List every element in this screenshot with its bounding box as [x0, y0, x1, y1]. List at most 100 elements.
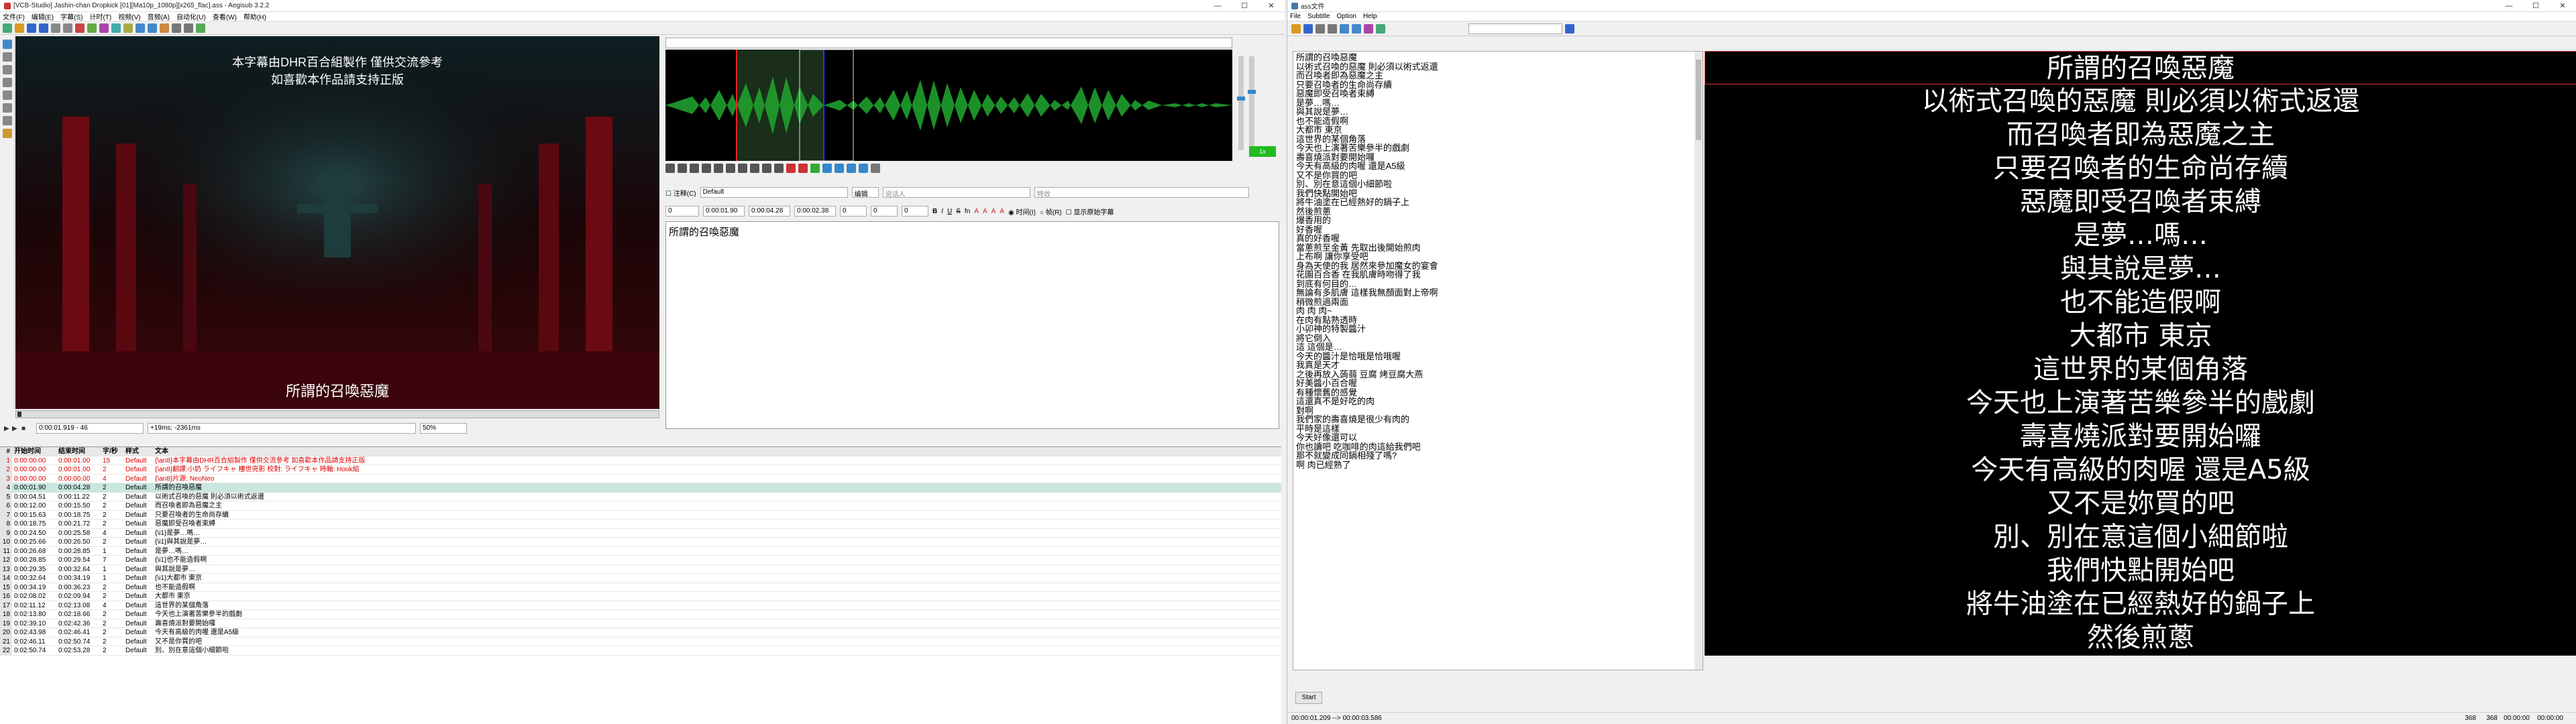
subtitle-list-item[interactable]: 身為天使的我 居然來參加魔女的宴會: [1296, 261, 1700, 271]
play-selection-icon[interactable]: [690, 164, 699, 173]
shift-times-icon[interactable]: [160, 23, 169, 33]
subtitle-list-item[interactable]: 惡魔即受召喚者束縛: [1296, 89, 1700, 99]
new-file-icon[interactable]: [3, 23, 12, 33]
subtitle-text-edit[interactable]: 所謂的召喚惡魔: [665, 221, 1279, 429]
show-original-checkbox[interactable]: ☐ 显示原始字幕: [1066, 206, 1114, 217]
strikeout-button[interactable]: S: [956, 208, 961, 215]
spell-check-icon[interactable]: [172, 23, 181, 33]
subtitle-list-item[interactable]: 今天有高級的肉喔 還是A5級: [1296, 162, 1700, 171]
automation-icon[interactable]: [75, 23, 85, 33]
zoom-select[interactable]: 50%: [420, 423, 467, 434]
viewer-maximize-button[interactable]: ☐: [2522, 0, 2549, 12]
options-icon[interactable]: [184, 23, 193, 33]
color4-button[interactable]: A: [1000, 208, 1004, 215]
viewer-save-icon[interactable]: [1303, 23, 1313, 34]
grid-row[interactable]: 11 0:00:26.68 0:00:28.85 1 Default 是夢…嗎…: [0, 546, 1281, 556]
maximize-button[interactable]: ☐: [1231, 0, 1258, 12]
grid-row[interactable]: 4 0:00:01.90 0:00:04.28 2 Default 所謂的召喚惡魔: [0, 483, 1281, 493]
play-to-end-icon[interactable]: [774, 164, 784, 173]
viewer-zoom-icon[interactable]: [1352, 23, 1361, 34]
color1-button[interactable]: A: [974, 208, 979, 215]
clip-icon[interactable]: [3, 103, 12, 113]
viewer-search-icon[interactable]: [1340, 23, 1349, 34]
grid-row[interactable]: 7 0:00:15.63 0:00:18.75 2 Default 只要召喚者的生命尚存續: [0, 510, 1281, 520]
subtitle-list-item[interactable]: 那不就變成同鍋相殘了嗎?: [1296, 451, 1700, 461]
margin-right-input[interactable]: 0: [871, 206, 898, 217]
audio-commit-indicator[interactable]: 1x: [1249, 146, 1276, 157]
subtitle-list-item[interactable]: 當蔥煎至金黃 先取出後開始煎肉: [1296, 243, 1700, 253]
viewer-menu-help[interactable]: Help: [1363, 13, 1377, 20]
properties-icon[interactable]: [111, 23, 121, 33]
subtitle-list-item[interactable]: 肉 肉 肉~: [1296, 306, 1700, 316]
grid-row[interactable]: 19 0:02:39.10 0:02:42.36 2 Default 壽喜燒派對要開始囉: [0, 619, 1281, 628]
font-button[interactable]: fn: [965, 208, 970, 215]
bold-button[interactable]: B: [932, 208, 937, 215]
subtitle-list-item[interactable]: 以術式召喚的惡魔 則必須以術式返還: [1296, 62, 1700, 72]
subtitle-list-item[interactable]: 而召喚者即為惡魔之主: [1296, 71, 1700, 80]
viewer-subtitle-list[interactable]: 所謂的召喚惡魔 以術式召喚的惡魔 則必須以術式返還 而召喚者即為惡魔之主 只要召喚者的…: [1293, 51, 1703, 670]
menu-help[interactable]: 帮助(H): [244, 11, 266, 21]
subtitle-list-item[interactable]: 在肉有點熟透時: [1296, 315, 1700, 325]
commit-icon[interactable]: [810, 164, 820, 173]
spectrum-mode-icon[interactable]: [871, 164, 880, 173]
subtitle-list-item[interactable]: 所謂的召喚惡魔: [1296, 53, 1700, 62]
save-icon[interactable]: [27, 23, 36, 33]
subtitle-list-item[interactable]: 爆香用的: [1296, 216, 1700, 225]
play-500ms-before-icon[interactable]: [726, 164, 735, 173]
menu-file[interactable]: 文件(F): [3, 11, 25, 21]
audio-waveform[interactable]: [665, 50, 1232, 161]
pause-icon[interactable]: [714, 164, 723, 173]
subtitle-list-item[interactable]: 到底有何目的…: [1296, 279, 1700, 289]
subtitle-list-item[interactable]: 然後煎蔥: [1296, 206, 1700, 217]
end-time-input[interactable]: 0:00:04.28: [749, 206, 790, 217]
open-file-icon[interactable]: [15, 23, 24, 33]
subtitle-list-item[interactable]: 稍微煎過兩面: [1296, 297, 1700, 307]
col-end[interactable]: 结束时间: [56, 447, 101, 456]
menu-edit[interactable]: 编辑(E): [32, 11, 54, 21]
subtitle-list-item[interactable]: 你也讀吧 吃咖啡的肉這給我們吧: [1296, 442, 1700, 452]
subtitle-list-item[interactable]: 今天的醬汁是恰哦是恰哦喔: [1296, 351, 1700, 361]
start-button[interactable]: Start: [1295, 692, 1322, 704]
subtitle-list-item[interactable]: 無論有多肌膚 這樣我無顏面對上帝啊: [1296, 288, 1700, 298]
goto-icon[interactable]: [822, 164, 832, 173]
subtitle-list-item[interactable]: 上布啊 讓你享受吧: [1296, 252, 1700, 261]
col-number[interactable]: #: [0, 447, 12, 456]
viewer-open-icon[interactable]: [1291, 23, 1301, 34]
subtitle-list-item[interactable]: 小卯神的特製醬汁: [1296, 324, 1700, 334]
comment-checkbox[interactable]: ☐ 注释(C): [665, 188, 696, 198]
col-cps[interactable]: 字/秒: [101, 447, 123, 456]
viewer-refresh-icon[interactable]: [1376, 23, 1385, 34]
frame-radio[interactable]: ○ 帧(R): [1040, 206, 1062, 217]
grid-row[interactable]: 10 0:00:25.66 0:00:26.50 2 Default {\i1}與其說是夢…: [0, 538, 1281, 547]
viewer-search-input[interactable]: [1468, 23, 1562, 34]
grid-row[interactable]: 9 0:00:24.50 0:00:25.58 4 Default {\i1}是夢…嗎…: [0, 528, 1281, 538]
subtitle-list-item[interactable]: 之後再放入蒟蒻 豆腐 烤豆腐大燕: [1296, 369, 1700, 379]
subtitle-list-item[interactable]: 對啊: [1296, 406, 1700, 416]
effect-input[interactable]: 特效: [1034, 187, 1249, 198]
menu-video[interactable]: 视频(V): [118, 11, 140, 21]
subtitle-list-item[interactable]: 壽喜燒派對要開始囉: [1296, 152, 1700, 162]
subtitle-list-item[interactable]: 我們快點開始吧: [1296, 188, 1700, 198]
subtitle-list-item[interactable]: 將它倒入: [1296, 333, 1700, 343]
fonts-collector-icon[interactable]: [123, 23, 133, 33]
play-icon[interactable]: ▶: [4, 425, 12, 432]
video-display[interactable]: 本字幕由DHR百合組製作 僅供交流參考 如喜歡本作品請支持正版 所謂的召喚惡魔: [15, 36, 659, 409]
viewer-list-icon[interactable]: [1328, 23, 1337, 34]
grid-row[interactable]: 5 0:00:04.51 0:00:11.22 2 Default 以術式召喚的惡魔 則必…: [0, 492, 1281, 501]
subtitle-list-item[interactable]: 是夢…嗎…: [1296, 98, 1700, 108]
scale-icon[interactable]: [3, 90, 12, 100]
viewer-settings-icon[interactable]: [1316, 23, 1325, 34]
viewer-close-button[interactable]: ✕: [2549, 0, 2576, 12]
grid-row[interactable]: 3 0:00:00.00 0:00:00.00 4 Default {\an8}片源: N…: [0, 474, 1281, 483]
menu-automation[interactable]: 自动化(U): [176, 11, 206, 21]
menu-timing[interactable]: 计时(T): [89, 11, 111, 21]
subtitle-list-item[interactable]: 有種懷舊的感覺: [1296, 387, 1700, 398]
subtitle-list-item[interactable]: 好美醬小百合喔: [1296, 379, 1700, 388]
margin-vertical-input[interactable]: 0: [902, 206, 928, 217]
play-current-line-icon[interactable]: [702, 164, 711, 173]
subtitle-list-item[interactable]: 這世界的某個角落: [1296, 134, 1700, 144]
subtitle-list-item[interactable]: 花園百合香 在我肌膚時吻得了我: [1296, 270, 1700, 280]
grid-row[interactable]: 8 0:00:18.75 0:00:21.72 2 Default 惡魔即受召喚者束縛: [0, 520, 1281, 529]
color2-button[interactable]: A: [983, 208, 987, 215]
duration-input[interactable]: 0:00:02.38: [794, 206, 836, 217]
